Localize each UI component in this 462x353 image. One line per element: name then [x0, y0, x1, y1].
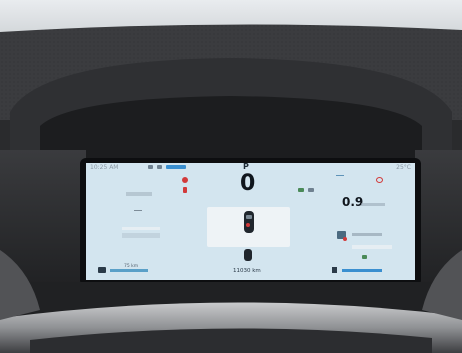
rear-car-icon: [244, 249, 252, 261]
left-info-bar: [122, 227, 160, 230]
left-info-scale: [122, 233, 160, 238]
car-windshield: [246, 215, 252, 219]
car-alert-marker: [246, 223, 250, 227]
mode-icon: [166, 165, 186, 169]
indicator-icon: [148, 165, 153, 169]
headlight-icon: [298, 188, 304, 192]
indicator-icon: [157, 165, 162, 169]
temperature-text: 25°C: [396, 164, 411, 171]
door-status-icon: [308, 188, 314, 192]
battery-bar: [110, 269, 148, 272]
gear-indicator: P: [243, 162, 249, 171]
right-info-bar: [352, 245, 392, 249]
status-icons-top: [148, 165, 188, 170]
power-readout: 0.9: [342, 195, 364, 209]
wiper-icon: [336, 175, 344, 180]
instrument-cluster-screen: 10:25 AM 25°C P 0 0.9 75 km 11030 km: [86, 162, 415, 280]
seatbelt-warning-icon: [182, 177, 188, 183]
left-info-label: [126, 192, 152, 196]
energy-bar: [342, 269, 382, 272]
battery-icon: [98, 267, 106, 273]
odometer-text: 11030 km: [233, 268, 261, 274]
speed-readout: 0: [240, 171, 256, 196]
charging-icon: [332, 267, 337, 273]
range-text: 75 km: [124, 264, 139, 269]
power-unit: [361, 203, 385, 206]
hood-inner-shadow: [40, 96, 422, 168]
ready-icon: [362, 255, 367, 259]
brake-warning-icon: [376, 177, 383, 183]
seat-warning-icon: [183, 187, 187, 193]
right-info-text: [352, 233, 382, 236]
left-info-divider: [134, 210, 142, 211]
tire-pressure-alert-icon: [343, 237, 347, 241]
vehicle-status-card: [207, 207, 290, 247]
clock-text: 10:25 AM: [90, 164, 119, 171]
